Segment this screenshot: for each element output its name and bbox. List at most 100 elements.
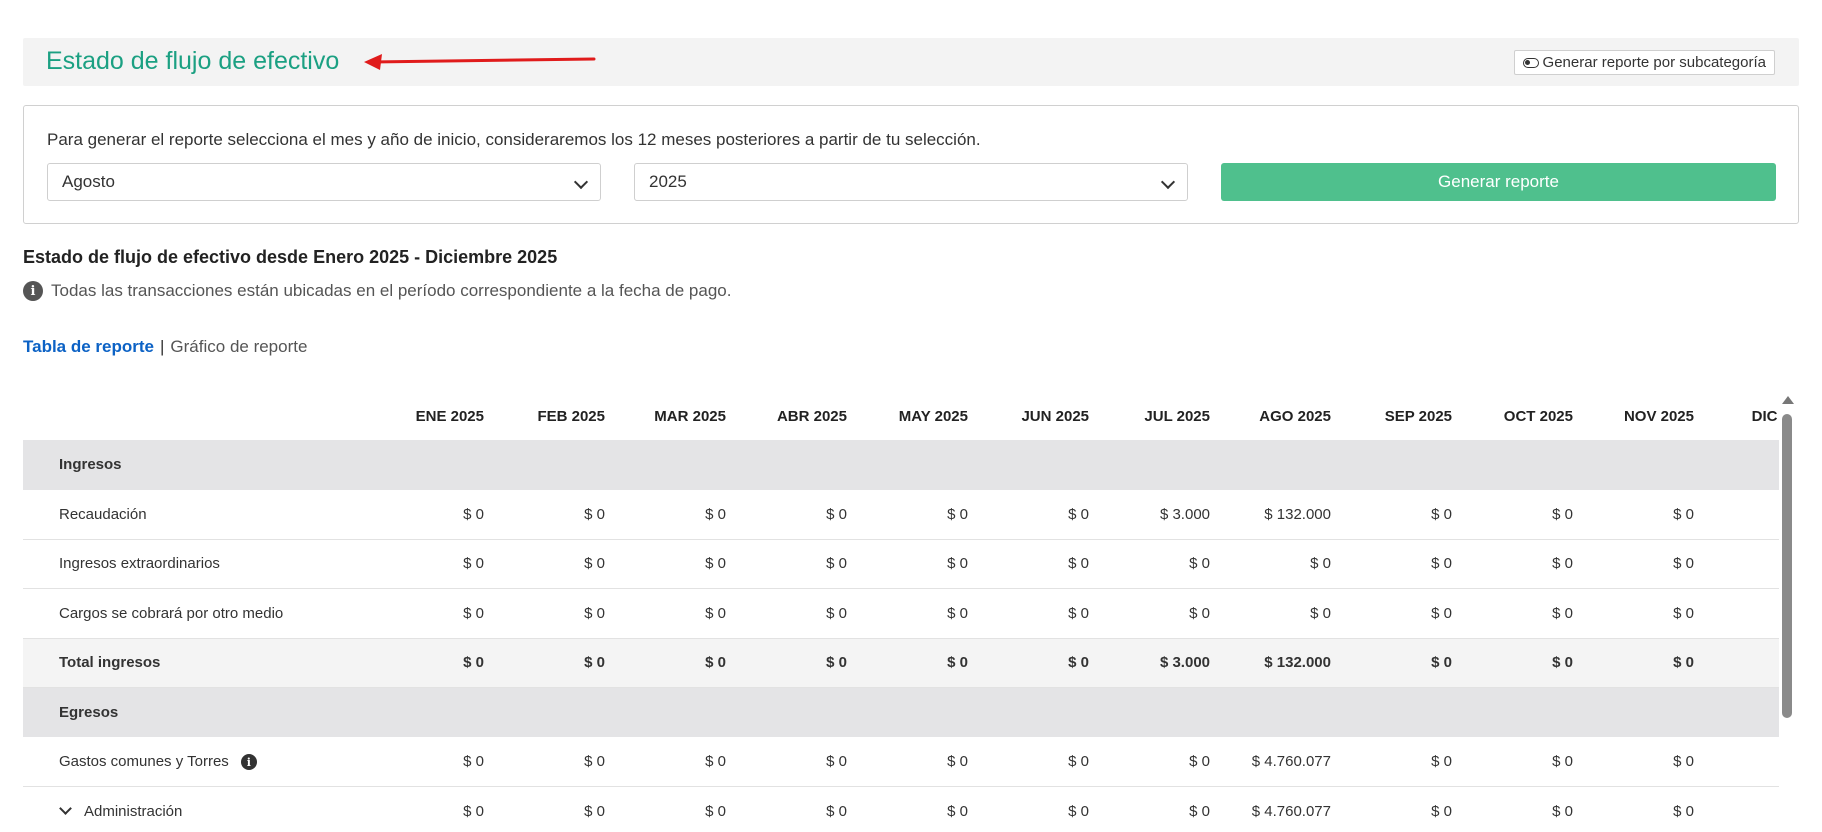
value-cell: $ 4.760.077: [1224, 786, 1345, 832]
row-label: Egresos: [59, 704, 119, 721]
value-cell: $ 0: [982, 786, 1103, 832]
value-cell: $ 0: [498, 737, 619, 787]
page-title: Estado de flujo de efectivo: [46, 47, 340, 75]
value-cell: $ 0: [1708, 638, 1779, 688]
table-row: Ingresos extraordinarios $ 0 $ 0 $ 0 $ 0 $ 0 $…: [23, 539, 1779, 589]
value-cell: [619, 687, 740, 737]
value-cell: [861, 440, 982, 490]
value-cell: $ 0: [1587, 737, 1708, 787]
table-scrollbar[interactable]: [1781, 396, 1794, 832]
value-cell: $ 0: [1466, 786, 1587, 832]
row-label: Ingresos: [59, 456, 122, 474]
row-label: Recaudación: [59, 505, 147, 523]
table-row: Gastos comunes y Torres i $ 0 $ 0 $ 0 $ 0 $ 0 $…: [23, 737, 1779, 787]
value-cell: $ 0: [1708, 539, 1779, 589]
report-table-container[interactable]: ENE 2025 FEB 2025 MAR 2025 ABR 2025 MAY 2025…: [23, 392, 1779, 832]
value-cell: $ 0: [377, 737, 498, 787]
value-cell: $ 0: [740, 588, 861, 639]
table-row: Cargos se cobrará por otro medio $ 0 $ 0 $ …: [23, 588, 1779, 639]
info-icon[interactable]: i: [240, 754, 257, 771]
value-cell: $ 0: [861, 786, 982, 832]
report-table: ENE 2025 FEB 2025 MAR 2025 ABR 2025 MAY 2025…: [23, 392, 1779, 832]
value-cell: [498, 687, 619, 737]
value-cell: $ 0: [861, 539, 982, 589]
value-cell: $ 0: [982, 638, 1103, 688]
month-select[interactable]: Agosto: [47, 163, 601, 201]
column-header: AGO 2025: [1259, 407, 1331, 425]
value-cell: $ 0: [1708, 786, 1779, 832]
value-cell: $ 0: [1103, 737, 1224, 787]
scrollbar-thumb[interactable]: [1782, 414, 1792, 718]
row-label-cell: Recaudación: [23, 489, 377, 540]
value-cell: $ 0: [1708, 588, 1779, 639]
value-cell: $ 0: [498, 638, 619, 688]
row-label: Administración: [84, 802, 183, 820]
table-header-label: [23, 392, 377, 440]
column-header: ENE 2025: [415, 407, 484, 425]
value-cell: [1345, 687, 1466, 737]
page-header: Estado de flujo de efectivo Generar repo…: [23, 38, 1799, 86]
year-select[interactable]: 2025: [634, 163, 1188, 201]
value-cell: $ 0: [619, 737, 740, 787]
value-cell: $ 0: [1345, 737, 1466, 787]
table-row: Recaudación $ 0 $ 0 $ 0 $ 0 $ 0 $ 0 $ 3.000 $ 13…: [23, 489, 1779, 540]
value-cell: [619, 440, 740, 490]
tab-table[interactable]: Tabla de reporte: [23, 337, 154, 357]
value-cell: $ 0: [619, 489, 740, 540]
row-label-cell: Cargos se cobrará por otro medio: [23, 588, 377, 639]
value-cell: $ 3.000: [1103, 489, 1224, 540]
table-row[interactable]: Administración $ 0 $ 0 $ 0 $ 0 $ 0 $ 0 $ 0 $ 4.7…: [23, 786, 1779, 832]
value-cell: $ 0: [740, 539, 861, 589]
value-cell: [1103, 440, 1224, 490]
value-cell: $ 0: [1224, 539, 1345, 589]
chevron-down-icon[interactable]: [59, 801, 72, 815]
column-header: JUL 2025: [1144, 407, 1210, 425]
scroll-up-icon[interactable]: [1781, 396, 1794, 404]
year-select-value: 2025: [649, 172, 687, 191]
row-label-cell: Total ingresos: [23, 638, 377, 688]
row-label: Total ingresos: [59, 654, 161, 672]
row-label-cell: Egresos: [23, 687, 377, 737]
value-cell: $ 0: [377, 588, 498, 639]
value-cell: $ 0: [1587, 638, 1708, 688]
column-header: DIC 2025: [1751, 407, 1779, 425]
value-cell: $ 0: [982, 489, 1103, 540]
red-arrow-left-icon: [364, 54, 596, 70]
subcategory-report-toggle[interactable]: Generar reporte por subcategoría: [1513, 50, 1775, 75]
tab-chart[interactable]: Gráfico de reporte: [170, 337, 307, 357]
value-cell: $ 0: [377, 489, 498, 540]
value-cell: $ 0: [1103, 539, 1224, 589]
section-row: Ingresos: [23, 440, 1779, 490]
generate-report-button[interactable]: Generar reporte: [1221, 163, 1776, 201]
value-cell: $ 0: [982, 539, 1103, 589]
value-cell: [377, 440, 498, 490]
value-cell: $ 0: [619, 588, 740, 639]
value-cell: $ 0: [861, 489, 982, 540]
row-label: Gastos comunes y Torres: [59, 752, 229, 770]
value-cell: [1224, 687, 1345, 737]
value-cell: $ 0: [1587, 786, 1708, 832]
value-cell: $ 0: [1345, 539, 1466, 589]
value-cell: $ 0: [619, 638, 740, 688]
value-cell: $ 0: [740, 489, 861, 540]
value-cell: [861, 687, 982, 737]
value-cell: $ 0: [1466, 588, 1587, 639]
row-label-cell: Ingresos extraordinarios: [23, 539, 377, 589]
form-instructions: Para generar el reporte selecciona el me…: [47, 130, 981, 149]
value-cell: [1466, 440, 1587, 490]
value-cell: $ 0: [1587, 539, 1708, 589]
column-header: OCT 2025: [1503, 407, 1573, 425]
report-form: Para generar el reporte selecciona el me…: [23, 105, 1799, 224]
value-cell: $ 0: [1103, 588, 1224, 639]
section-row: Egresos: [23, 687, 1779, 737]
page: Estado de flujo de efectivo Generar repo…: [0, 0, 1822, 832]
report-info-text: Todas las transacciones están ubicadas e…: [51, 281, 732, 300]
column-header: ABR 2025: [776, 407, 847, 425]
value-cell: $ 3.000: [1103, 638, 1224, 688]
value-cell: $ 0: [1466, 737, 1587, 787]
value-cell: $ 0: [1345, 786, 1466, 832]
value-cell: $ 0: [377, 786, 498, 832]
value-cell: [982, 440, 1103, 490]
table-header-row: ENE 2025 FEB 2025 MAR 2025 ABR 2025 MAY 2025…: [23, 392, 1779, 440]
value-cell: $ 0: [377, 638, 498, 688]
